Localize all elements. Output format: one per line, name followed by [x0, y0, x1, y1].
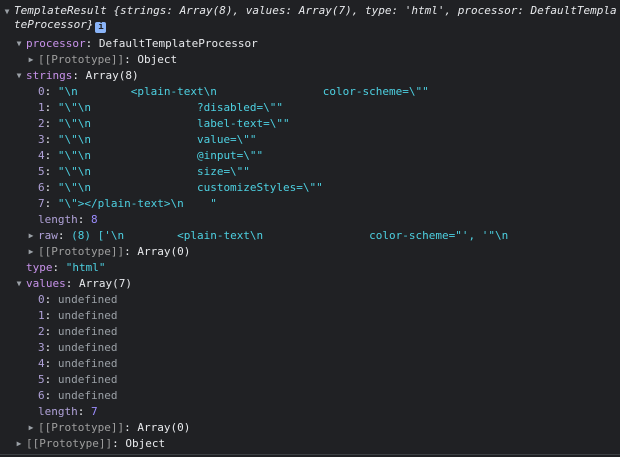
- tree-row-strings-raw[interactable]: ▶ raw: (8) ['\n <plain-text\n color-sche…: [0, 228, 620, 244]
- tree-row-processor-prototype[interactable]: ▶ [[Prototype]]: Object: [0, 52, 620, 68]
- array-index: 1: [38, 101, 45, 114]
- property-value: DefaultTemplateProcessor: [98, 37, 258, 50]
- array-index: 4: [38, 149, 45, 162]
- array-item-row[interactable]: 0: undefined: [0, 292, 620, 308]
- property-key: [[Prototype]]: [38, 421, 125, 434]
- expand-triangle-icon[interactable]: ▼: [14, 36, 24, 52]
- property-value: 7: [91, 405, 98, 418]
- array-item-row[interactable]: 3: undefined: [0, 340, 620, 356]
- property-key: processor: [26, 37, 86, 50]
- array-index: 5: [38, 165, 45, 178]
- collapse-triangle-icon[interactable]: ▶: [26, 420, 36, 436]
- array-value: "\n <plain-text\n color-scheme=\"": [57, 85, 429, 98]
- array-value: undefined: [57, 357, 118, 370]
- array-index: 5: [38, 373, 45, 386]
- collapse-triangle-icon[interactable]: ▶: [26, 244, 36, 260]
- array-value: undefined: [57, 293, 118, 306]
- array-item-row[interactable]: 6: "\"\n customizeStyles=\"": [0, 180, 620, 196]
- array-value: "\"\n value=\"": [57, 133, 257, 146]
- property-key: [[Prototype]]: [38, 245, 125, 258]
- array-item-row[interactable]: 7: "\"></plain-text>\n ": [0, 196, 620, 212]
- property-key: [[Prototype]]: [26, 437, 113, 450]
- array-item-row[interactable]: 3: "\"\n value=\"": [0, 132, 620, 148]
- tree-row-values-length[interactable]: length: 7: [0, 404, 620, 420]
- array-value: undefined: [57, 341, 118, 354]
- property-key: length: [38, 213, 78, 226]
- tree-row-values[interactable]: ▼ values: Array(7): [0, 276, 620, 292]
- array-item-row[interactable]: 4: undefined: [0, 356, 620, 372]
- property-value: Array(8): [85, 69, 139, 82]
- tree-row-root-prototype[interactable]: ▶ [[Prototype]]: Object: [0, 436, 620, 452]
- array-item-row[interactable]: 2: undefined: [0, 324, 620, 340]
- property-value: Array(0): [137, 421, 191, 434]
- collapse-triangle-icon[interactable]: ▶: [14, 436, 24, 452]
- array-value: undefined: [57, 373, 118, 386]
- tree-row-strings-length[interactable]: length: 8: [0, 212, 620, 228]
- array-item-row[interactable]: 6: undefined: [0, 388, 620, 404]
- tree-row-strings[interactable]: ▼ strings: Array(8): [0, 68, 620, 84]
- array-value: undefined: [57, 325, 118, 338]
- property-value: Array(7): [79, 277, 132, 290]
- array-index: 0: [38, 293, 45, 306]
- array-value: "\"\n label-text=\"": [57, 117, 290, 130]
- property-key: values: [26, 277, 66, 290]
- property-key: type: [26, 261, 53, 274]
- array-value: undefined: [57, 389, 118, 402]
- property-value: (8) ['\n <plain-text\n color-scheme="', …: [71, 229, 509, 242]
- property-key: length: [38, 405, 78, 418]
- array-item-row[interactable]: 0: "\n <plain-text\n color-scheme=\"": [0, 84, 620, 100]
- divider: [0, 454, 620, 455]
- console-object-inspector: ▼ TemplateResult {strings: Array(8), val…: [0, 0, 620, 457]
- expand-triangle-icon[interactable]: ▼: [2, 4, 12, 20]
- tree-row-strings-prototype[interactable]: ▶ [[Prototype]]: Array(0): [0, 244, 620, 260]
- array-index: 2: [38, 117, 45, 130]
- array-value: "\"></plain-text>\n ": [57, 197, 217, 210]
- array-value: "\"\n size=\"": [57, 165, 250, 178]
- array-index: 3: [38, 133, 45, 146]
- array-index: 2: [38, 325, 45, 338]
- tree-row-processor[interactable]: ▼ processor: DefaultTemplateProcessor: [0, 36, 620, 52]
- collapse-triangle-icon[interactable]: ▶: [26, 52, 36, 68]
- property-key: strings: [26, 69, 73, 82]
- array-value: undefined: [57, 309, 118, 322]
- array-item-row[interactable]: 1: undefined: [0, 308, 620, 324]
- array-index: 0: [38, 85, 45, 98]
- tree-row-type[interactable]: type: "html": [0, 260, 620, 276]
- property-value: Array(0): [137, 245, 191, 258]
- object-summary[interactable]: TemplateResult {strings: Array(8), value…: [14, 4, 618, 33]
- property-value: 8: [91, 213, 98, 226]
- array-value: "\"\n ?disabled=\"": [57, 101, 284, 114]
- array-index: 4: [38, 357, 45, 370]
- array-item-row[interactable]: 4: "\"\n @input=\"": [0, 148, 620, 164]
- property-key: [[Prototype]]: [38, 53, 125, 66]
- array-item-row[interactable]: 2: "\"\n label-text=\"": [0, 116, 620, 132]
- array-item-row[interactable]: 5: "\"\n size=\"": [0, 164, 620, 180]
- property-key: raw: [38, 229, 58, 242]
- array-index: 1: [38, 309, 45, 322]
- expand-triangle-icon[interactable]: ▼: [14, 276, 24, 292]
- array-index: 6: [38, 389, 45, 402]
- array-value: "\"\n customizeStyles=\"": [57, 181, 323, 194]
- expand-triangle-icon[interactable]: ▼: [14, 68, 24, 84]
- array-index: 7: [38, 197, 45, 210]
- property-value: Object: [125, 437, 166, 450]
- array-index: 6: [38, 181, 45, 194]
- property-value: Object: [137, 53, 178, 66]
- object-header-row[interactable]: ▼ TemplateResult {strings: Array(8), val…: [0, 4, 620, 36]
- collapse-triangle-icon[interactable]: ▶: [26, 228, 36, 244]
- tree-row-values-prototype[interactable]: ▶ [[Prototype]]: Array(0): [0, 420, 620, 436]
- info-icon[interactable]: i: [95, 22, 107, 33]
- array-index: 3: [38, 341, 45, 354]
- property-value: "html": [65, 261, 106, 274]
- array-value: "\"\n @input=\"": [57, 149, 264, 162]
- array-item-row[interactable]: 5: undefined: [0, 372, 620, 388]
- array-item-row[interactable]: 1: "\"\n ?disabled=\"": [0, 100, 620, 116]
